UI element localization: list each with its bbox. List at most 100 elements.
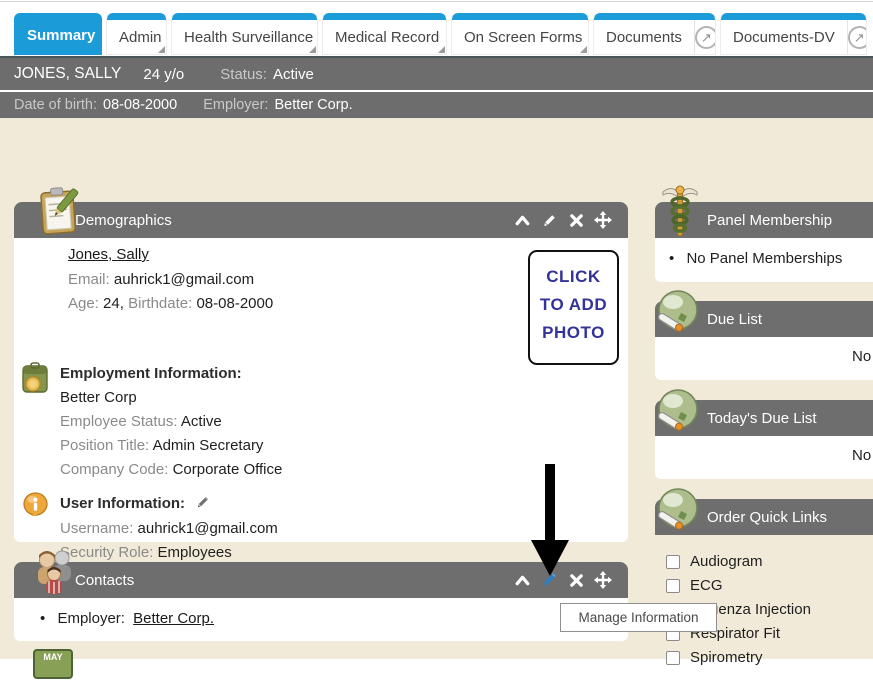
tab-top-accent	[721, 13, 866, 20]
checkbox-label: Spirometry	[690, 649, 763, 666]
no-panel-memberships-text: No Panel Memberships	[686, 250, 842, 267]
employer-value: Better Corp.	[274, 97, 352, 113]
patient-subheader-bar: Date of birth: 08-08-2000 Employer: Bett…	[0, 92, 873, 118]
order-quick-links-title: Order Quick Links	[707, 509, 827, 526]
patient-age: 24 y/o	[143, 66, 184, 83]
tab-medical-record[interactable]: Medical Record	[322, 13, 447, 55]
due-list-panel: Due List No	[655, 301, 873, 380]
dob-label: Date of birth:	[14, 97, 97, 113]
briefcase-icon	[22, 362, 49, 399]
company-code-value: Corporate Office	[173, 461, 283, 478]
tab-on-screen-forms[interactable]: On Screen Forms	[451, 13, 589, 55]
due-list-body: No	[655, 337, 873, 380]
employment-heading: Employment Information:	[60, 365, 242, 382]
tab-documents-dv[interactable]: Documents-DV ↗	[720, 13, 867, 55]
demographics-title: Demographics	[75, 212, 172, 229]
contact-employer-link[interactable]: Better Corp.	[133, 610, 214, 627]
family-contacts-icon	[33, 548, 77, 605]
username-value: auhrick1@gmail.com	[138, 520, 278, 537]
contact-employer-label: Employer:	[57, 610, 125, 627]
tab-health-surveillance[interactable]: Health Surveillance	[171, 13, 318, 55]
age-value: 24,	[103, 295, 124, 312]
order-quick-links-panel: Order Quick Links Audiogram ECG Influenz…	[655, 499, 873, 695]
security-role-value: Employees	[158, 544, 232, 561]
company-code-label: Company Code:	[60, 461, 168, 478]
checkbox-row-spirometry[interactable]: Spirometry	[666, 649, 763, 666]
todays-due-list-title: Today's Due List	[707, 410, 817, 427]
username-label: Username:	[60, 520, 133, 537]
position-title-value: Admin Secretary	[153, 437, 264, 454]
checkbox-row-ecg[interactable]: ECG	[666, 577, 723, 594]
patient-name-link[interactable]: Jones, Sally	[68, 246, 149, 263]
employer-label: Employer:	[203, 97, 268, 113]
caduceus-icon	[659, 184, 701, 245]
checkbox-label: Audiogram	[690, 553, 763, 570]
age-label: Age:	[68, 295, 99, 312]
info-icon	[23, 492, 48, 524]
tab-documents-dv-popout[interactable]: ↗	[847, 20, 867, 54]
checkbox-row-audiogram[interactable]: Audiogram	[666, 553, 763, 570]
employee-status-label: Employee Status:	[60, 413, 178, 430]
tab-dropdown-fold-icon	[158, 46, 165, 53]
status-value: Active	[273, 66, 314, 83]
todays-due-list-panel: Today's Due List No	[655, 400, 873, 479]
employee-status-value: Active	[181, 413, 222, 430]
move-icon[interactable]	[594, 571, 612, 589]
checkbox-unchecked[interactable]	[666, 579, 680, 593]
tab-dropdown-fold-icon	[438, 46, 445, 53]
thermometer-orb-icon	[651, 286, 703, 343]
tab-bar: Summary Admin Health Surveillance Medica…	[14, 13, 867, 56]
checkbox-unchecked[interactable]	[666, 651, 680, 665]
add-photo-placeholder[interactable]: CLICK TO ADD PHOTO	[528, 250, 619, 365]
birthdate-value: 08-08-2000	[196, 295, 273, 312]
contacts-title: Contacts	[75, 572, 134, 589]
status-label: Status:	[220, 66, 267, 83]
employment-company: Better Corp	[60, 389, 137, 406]
tab-dropdown-fold-icon	[309, 46, 316, 53]
panel-membership-panel: Panel Membership • No Panel Memberships	[655, 202, 873, 282]
edit-user-pencil-icon[interactable]	[195, 495, 210, 514]
list-bullet: •	[40, 610, 45, 627]
contacts-body: • Employer: Better Corp.	[14, 598, 628, 641]
tab-summary-label: Summary	[15, 13, 102, 54]
tab-dropdown-fold-icon	[580, 46, 587, 53]
clipboard-icon	[36, 185, 80, 242]
tab-documents-popout[interactable]: ↗	[694, 20, 716, 54]
user-info-heading: User Information:	[60, 495, 185, 512]
tab-top-accent	[594, 13, 715, 20]
due-list-empty-text: No	[852, 348, 871, 365]
top-divider	[0, 1, 873, 2]
checkbox-unchecked[interactable]	[666, 555, 680, 569]
external-link-icon: ↗	[848, 26, 867, 49]
close-icon[interactable]	[567, 211, 585, 229]
due-list-title: Due List	[707, 311, 762, 328]
dob-value: 08-08-2000	[103, 97, 177, 113]
tab-top-accent	[323, 13, 446, 20]
calendar-may-icon: MAY	[33, 649, 73, 679]
email-value: auhrick1@gmail.com	[114, 271, 254, 288]
tab-summary[interactable]: Summary	[14, 13, 102, 55]
email-label: Email:	[68, 271, 110, 288]
birthdate-label: Birthdate:	[128, 295, 192, 312]
thermometer-orb-icon	[651, 385, 703, 442]
list-bullet: •	[669, 250, 674, 267]
tab-documents[interactable]: Documents ↗	[593, 13, 716, 55]
tab-top-accent	[107, 13, 166, 20]
demographics-header: Demographics	[14, 202, 628, 238]
todays-due-list-body: No	[655, 436, 873, 479]
tab-top-accent	[172, 13, 317, 20]
patient-name: JONES, SALLY	[14, 65, 121, 83]
external-link-icon: ↗	[695, 26, 716, 49]
move-icon[interactable]	[594, 211, 612, 229]
position-title-label: Position Title:	[60, 437, 149, 454]
annotation-arrow-down	[528, 464, 572, 578]
checkbox-label: ECG	[690, 577, 723, 594]
collapse-chevron-icon[interactable]	[513, 211, 531, 229]
tab-admin[interactable]: Admin	[106, 13, 167, 55]
todays-due-list-empty-text: No	[852, 447, 871, 464]
panel-membership-title: Panel Membership	[707, 212, 832, 229]
patient-header-bar: JONES, SALLY 24 y/o Status: Active	[0, 56, 873, 90]
thermometer-orb-icon	[651, 484, 703, 541]
manage-information-tooltip: Manage Information	[560, 603, 717, 632]
edit-pencil-icon[interactable]	[540, 211, 558, 229]
